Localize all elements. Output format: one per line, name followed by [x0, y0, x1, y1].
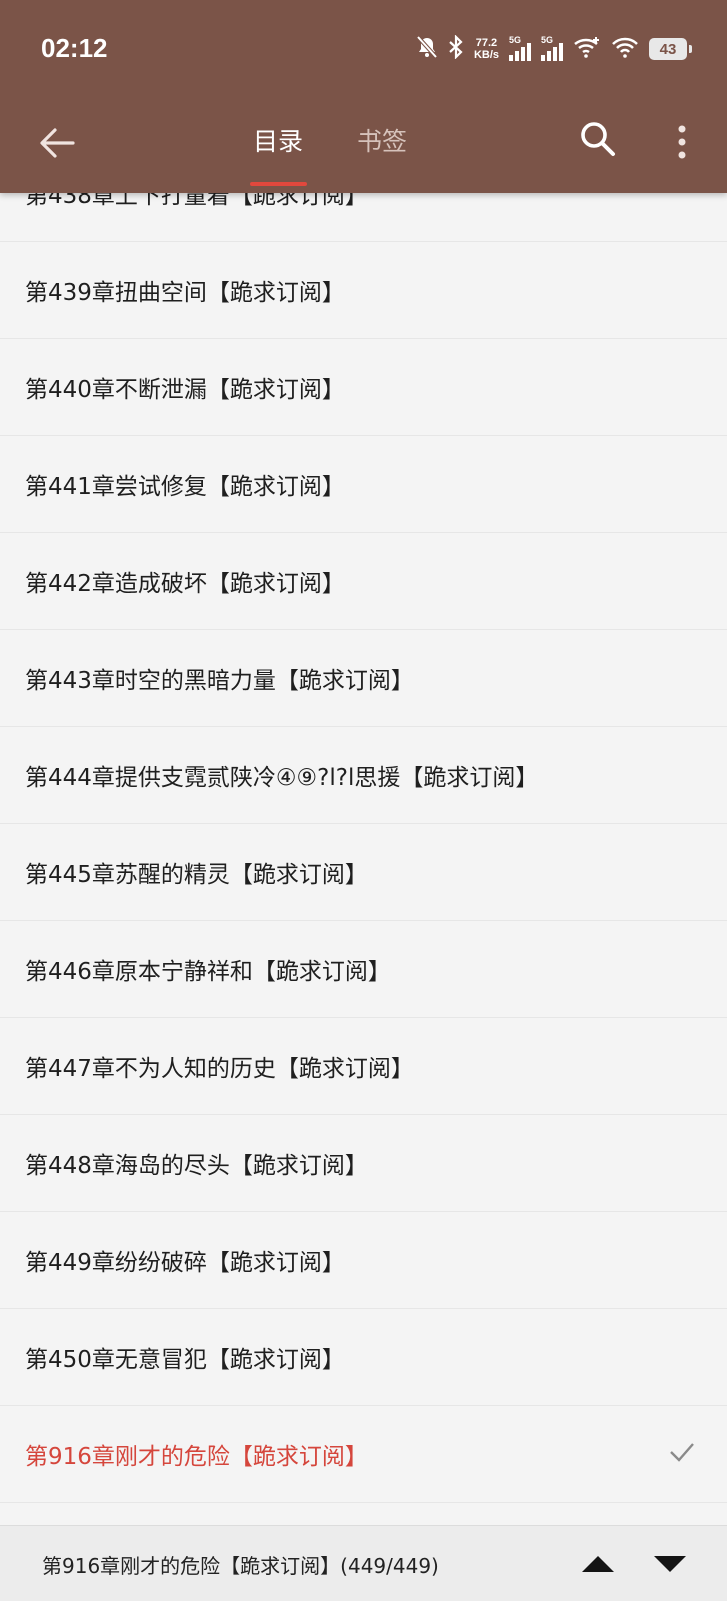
chapter-item[interactable]: 第445章苏醒的精灵【跪求订阅】 — [0, 824, 727, 921]
chapter-item[interactable]: 第440章不断泄漏【跪求订阅】 — [0, 339, 727, 436]
chapter-list: 第438章上下打量着【跪求订阅】 第439章扭曲空间【跪求订阅】 第440章不断… — [0, 145, 727, 1503]
chapter-item[interactable]: 第442章造成破坏【跪求订阅】 — [0, 533, 727, 630]
tab-toc[interactable]: 目录 — [253, 122, 303, 158]
mute-bell-icon — [416, 35, 438, 63]
signal-1-icon: 5G — [509, 35, 531, 61]
toolbar: 目录 书签 — [0, 100, 727, 193]
chapter-item[interactable]: 第441章尝试修复【跪求订阅】 — [0, 436, 727, 533]
search-button[interactable] — [573, 114, 623, 164]
tab-indicator — [250, 182, 307, 186]
chapter-item[interactable]: 第439章扭曲空间【跪求订阅】 — [0, 242, 727, 339]
back-button[interactable] — [30, 116, 84, 170]
signal-2-icon: 5G — [541, 35, 563, 61]
scroll-up-button[interactable] — [578, 1546, 618, 1582]
check-icon — [669, 1442, 695, 1466]
status-icons: 77.2 KB/s 5G 5G 43 — [416, 34, 692, 64]
status-bar: 02:12 77.2 KB/s 5G 5G 43 — [0, 0, 727, 100]
arrow-back-icon — [40, 128, 75, 158]
chapter-item[interactable]: 第446章原本宁静祥和【跪求订阅】 — [0, 921, 727, 1018]
tab-bookmarks[interactable]: 书签 — [357, 122, 407, 158]
app-bar: 02:12 77.2 KB/s 5G 5G 43 目录 书签 — [0, 0, 727, 193]
network-speed: 77.2 KB/s — [473, 37, 499, 61]
triangle-down-icon — [654, 1556, 686, 1572]
battery-icon: 43 — [649, 38, 692, 60]
more-options-button[interactable] — [660, 116, 704, 168]
scroll-down-button[interactable] — [650, 1546, 690, 1582]
chapter-item[interactable]: 第447章不为人知的历史【跪求订阅】 — [0, 1018, 727, 1115]
wifi-icon — [611, 36, 639, 62]
chapter-item[interactable]: 第444章提供支霓贰陕冷④⑨?l?l思援【跪求订阅】 — [0, 727, 727, 824]
current-chapter-info: 第916章刚才的危险【跪求订阅】(449/449) — [42, 1554, 439, 1578]
chapter-item[interactable]: 第449章纷纷破碎【跪求订阅】 — [0, 1212, 727, 1309]
triangle-up-icon — [582, 1556, 614, 1572]
chapter-item[interactable]: 第443章时空的黑暗力量【跪求订阅】 — [0, 630, 727, 727]
chapter-item[interactable]: 第450章无意冒犯【跪求订阅】 — [0, 1309, 727, 1406]
search-icon — [581, 122, 615, 156]
status-time: 02:12 — [41, 33, 108, 63]
bluetooth-icon — [448, 34, 464, 63]
more-vertical-icon — [678, 125, 686, 159]
chapter-item[interactable]: 第448章海岛的尽头【跪求订阅】 — [0, 1115, 727, 1212]
bottom-bar: 第916章刚才的危险【跪求订阅】(449/449) — [0, 1525, 727, 1601]
wifi-plus-icon — [573, 36, 601, 62]
chapter-item-current[interactable]: 第916章刚才的危险【跪求订阅】 — [0, 1406, 727, 1503]
